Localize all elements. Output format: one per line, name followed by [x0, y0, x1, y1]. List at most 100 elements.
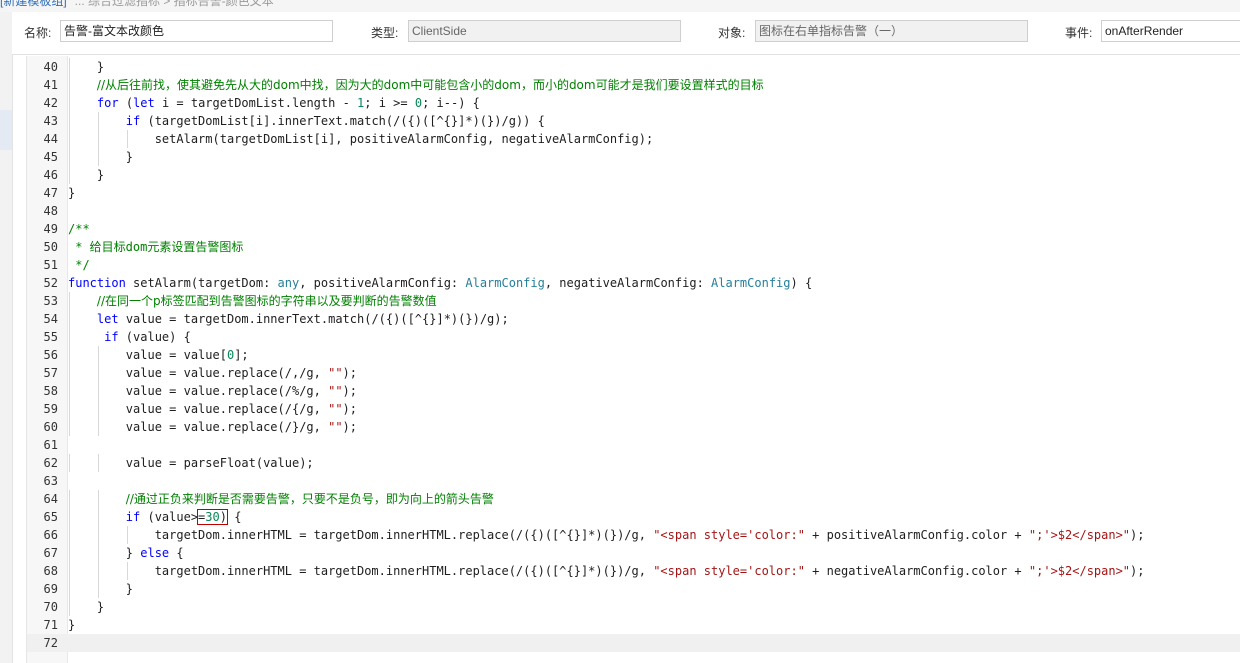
code-line[interactable]: 71} — [27, 616, 1240, 634]
code-text[interactable]: value = value[0]; — [68, 346, 249, 364]
breadcrumb-path: ... 综合过滤指标 > 指标告警-颜色文本 — [74, 0, 274, 8]
line-number: 70 — [43, 600, 58, 614]
code-text[interactable]: if (value>=30) { — [68, 508, 241, 526]
line-number: 69 — [43, 582, 58, 596]
code-line[interactable]: 49 /** — [27, 220, 1240, 238]
indent-guide — [69, 382, 70, 400]
code-text[interactable]: function setAlarm(targetDom: any, positi… — [68, 274, 812, 292]
code-text[interactable]: } — [68, 616, 75, 634]
indent-guide — [97, 454, 99, 472]
code-line[interactable]: 64 //通过正负来判断是否需要告警，只要不是负号，即为向上的箭头告警 — [27, 490, 1240, 508]
code-text[interactable]: value = value.replace(/%/g, ""); — [68, 382, 357, 400]
code-line[interactable]: 61 — [27, 436, 1240, 454]
line-number: 52 — [43, 276, 58, 290]
code-text[interactable]: } — [68, 166, 104, 184]
line-number: 62 — [43, 456, 58, 470]
code-line[interactable]: 72 — [27, 634, 1240, 652]
indent-guide — [97, 382, 99, 400]
code-text[interactable]: value = value.replace(/}/g, ""); — [68, 418, 357, 436]
line-number: 58 — [43, 384, 58, 398]
code-line[interactable]: 62 value = parseFloat(value); — [27, 454, 1240, 472]
indent-guide — [97, 364, 99, 382]
indent-guide — [97, 526, 99, 544]
type-label: 类型: — [371, 26, 399, 40]
code-text[interactable]: /** — [68, 220, 90, 238]
code-line[interactable]: 40 } — [27, 58, 1240, 76]
side-panel-selected-item[interactable] — [0, 110, 12, 150]
code-text[interactable]: value = value.replace(/,/g, ""); — [68, 364, 357, 382]
code-text[interactable]: //通过正负来判断是否需要告警，只要不是负号，即为向上的箭头告警 — [68, 490, 494, 508]
code-text[interactable]: targetDom.innerHTML = targetDom.innerHTM… — [68, 562, 1145, 580]
indent-guide — [69, 76, 70, 94]
code-line[interactable]: 41 //从后往前找，使其避免先从大的dom中找，因为大的dom中可能包含小的d… — [27, 76, 1240, 94]
code-text[interactable]: setAlarm(targetDomList[i], positiveAlarm… — [68, 130, 654, 148]
line-number: 41 — [43, 78, 58, 92]
code-line[interactable]: 58 value = value.replace(/%/g, ""); — [27, 382, 1240, 400]
code-text[interactable]: if (value) { — [68, 328, 191, 346]
code-line[interactable]: 57 value = value.replace(/,/g, ""); — [27, 364, 1240, 382]
code-line[interactable]: 66 targetDom.innerHTML = targetDom.inner… — [27, 526, 1240, 544]
code-line[interactable]: 55 if (value) { — [27, 328, 1240, 346]
code-line[interactable]: 60 value = value.replace(/}/g, ""); — [27, 418, 1240, 436]
code-line[interactable]: 43 if (targetDomList[i].innerText.match(… — [27, 112, 1240, 130]
code-line[interactable]: 68 targetDom.innerHTML = targetDom.inner… — [27, 562, 1240, 580]
code-line[interactable]: 47} — [27, 184, 1240, 202]
event-field[interactable]: onAfterRender — [1101, 20, 1240, 42]
code-text[interactable]: //从后往前找，使其避免先从大的dom中找，因为大的dom中可能包含小的dom，… — [68, 76, 764, 94]
code-text[interactable]: } — [68, 184, 75, 202]
breadcrumb-link[interactable]: [新建模板组] — [0, 0, 67, 8]
code-line[interactable]: 67 } else { — [27, 544, 1240, 562]
code-line[interactable]: 46 } — [27, 166, 1240, 184]
code-line[interactable]: 52 function setAlarm(targetDom: any, posi… — [27, 274, 1240, 292]
indent-guide — [69, 580, 70, 598]
code-text[interactable]: //在同一个p标签匹配到告警图标的字符串以及要判断的告警数值 — [68, 292, 437, 310]
code-editor[interactable]: 40 } 41 //从后往前找，使其避免先从大的dom中找，因为大的dom中可能包… — [26, 56, 1240, 663]
indent-guide — [69, 490, 70, 508]
indent-guide — [97, 400, 99, 418]
code-line[interactable]: 63 — [27, 472, 1240, 490]
type-field[interactable]: ClientSide — [408, 20, 681, 42]
indent-guide — [69, 364, 70, 382]
code-text[interactable]: } — [68, 58, 104, 76]
code-text[interactable]: value = value.replace(/{/g, ""); — [68, 400, 357, 418]
indent-guide — [69, 346, 70, 364]
code-line[interactable]: 45 } — [27, 148, 1240, 166]
code-line[interactable]: 59 value = value.replace(/{/g, ""); — [27, 400, 1240, 418]
code-text[interactable]: } — [68, 598, 104, 616]
code-line[interactable]: 48 — [27, 202, 1240, 220]
code-line[interactable]: 44 setAlarm(targetDomList[i], positiveAl… — [27, 130, 1240, 148]
code-line[interactable]: 56 value = value[0]; — [27, 346, 1240, 364]
line-number: 44 — [43, 132, 58, 146]
code-text[interactable]: } else { — [68, 544, 184, 562]
code-text[interactable]: } — [68, 580, 133, 598]
code-line[interactable]: 69 } — [27, 580, 1240, 598]
indent-guide — [69, 310, 70, 328]
code-line[interactable]: 42 for (let i = targetDomList.length - 1… — [27, 94, 1240, 112]
code-line[interactable]: 65 if (value>=30) { — [27, 508, 1240, 526]
code-line[interactable]: 70 } — [27, 598, 1240, 616]
code-line[interactable]: 50 * 给目标dom元素设置告警图标 — [27, 238, 1240, 256]
indent-guide — [69, 418, 70, 436]
code-line[interactable]: 51 */ — [27, 256, 1240, 274]
target-field[interactable]: 图标在右单指标告警（一） — [755, 20, 1028, 42]
line-number: 65 — [43, 510, 58, 524]
code-line[interactable]: 53 //在同一个p标签匹配到告警图标的字符串以及要判断的告警数值 — [27, 292, 1240, 310]
code-text[interactable]: targetDom.innerHTML = targetDom.innerHTM… — [68, 526, 1145, 544]
code-text[interactable]: } — [68, 148, 133, 166]
event-label: 事件: — [1065, 26, 1093, 40]
code-text[interactable]: for (let i = targetDomList.length - 1; i… — [68, 94, 480, 112]
indent-guide — [69, 328, 70, 346]
code-text[interactable]: */ — [68, 256, 89, 274]
line-number: 71 — [43, 618, 58, 632]
line-number: 43 — [43, 114, 58, 128]
code-text[interactable]: if (targetDomList[i].innerText.match(/({… — [68, 112, 545, 130]
name-field[interactable]: 告警-富文本改颜色 — [60, 20, 333, 42]
code-text[interactable]: let value = targetDom.innerText.match(/(… — [68, 310, 509, 328]
indent-guide — [69, 454, 70, 472]
indent-guide — [97, 562, 99, 580]
code-text[interactable]: * 给目标dom元素设置告警图标 — [68, 238, 243, 256]
code-text[interactable]: value = parseFloat(value); — [68, 454, 314, 472]
code-line[interactable]: 54 let value = targetDom.innerText.match… — [27, 310, 1240, 328]
indent-guide — [97, 418, 99, 436]
line-number: 59 — [43, 402, 58, 416]
